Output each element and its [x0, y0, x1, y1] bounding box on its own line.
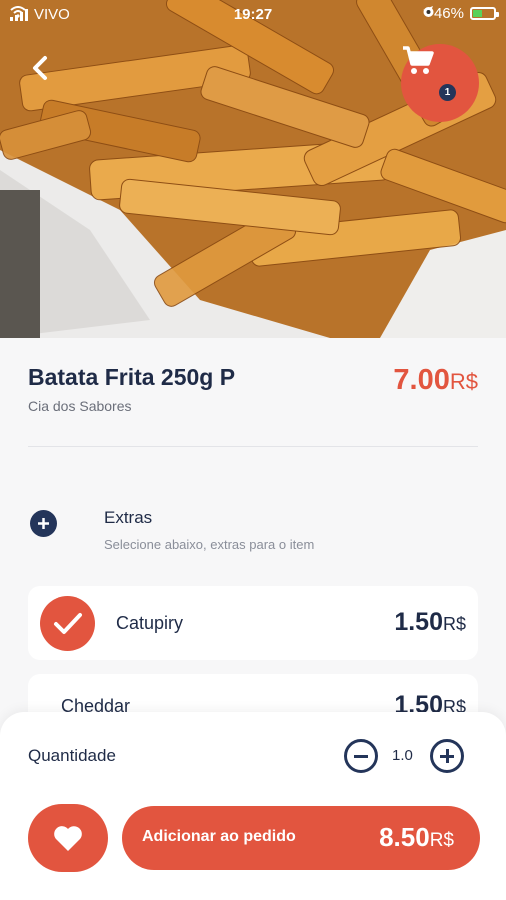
- status-bar: VIVO 19:27 46%: [0, 0, 506, 30]
- quantity-decrease-button[interactable]: [344, 739, 378, 773]
- divider: [28, 446, 478, 447]
- product-price: 7.00R$: [393, 364, 478, 396]
- plus-icon: [38, 518, 49, 529]
- heart-icon: [54, 825, 82, 851]
- cart-count-badge: 1: [439, 84, 456, 101]
- quantity-increase-button[interactable]: [430, 739, 464, 773]
- add-to-order-button[interactable]: Adicionar ao pedido 8.50R$: [122, 806, 480, 870]
- quantity-value: 1.0: [392, 747, 413, 764]
- back-arrow-icon: [33, 56, 47, 80]
- battery-percent: 46%: [433, 5, 464, 22]
- product-name: Batata Frita 250g P: [28, 364, 236, 390]
- back-button[interactable]: [24, 50, 60, 86]
- favorite-button[interactable]: [28, 804, 108, 872]
- extras-title: Extras: [104, 508, 153, 527]
- extra-selected-toggle[interactable]: [40, 596, 95, 651]
- extras-toggle[interactable]: [30, 510, 57, 537]
- check-icon: [53, 612, 82, 634]
- order-total: 8.50R$: [379, 822, 454, 852]
- cart-icon: [403, 46, 434, 74]
- battery-icon: [470, 7, 499, 20]
- quantity-label: Quantidade: [28, 746, 116, 765]
- extra-item-catupiry[interactable]: Catupiry 1.50R$: [28, 586, 478, 660]
- add-to-order-label: Adicionar ao pedido: [142, 828, 296, 845]
- extra-name: Catupiry: [116, 613, 184, 633]
- cart-button[interactable]: 1: [401, 44, 479, 122]
- store-name: Cia dos Sabores: [28, 398, 132, 414]
- product-image: VIVO 19:27 46% 1: [0, 0, 506, 338]
- extra-price: 1.50R$: [394, 608, 466, 636]
- extras-subtitle: Selecione abaixo, extras para o item: [104, 537, 315, 552]
